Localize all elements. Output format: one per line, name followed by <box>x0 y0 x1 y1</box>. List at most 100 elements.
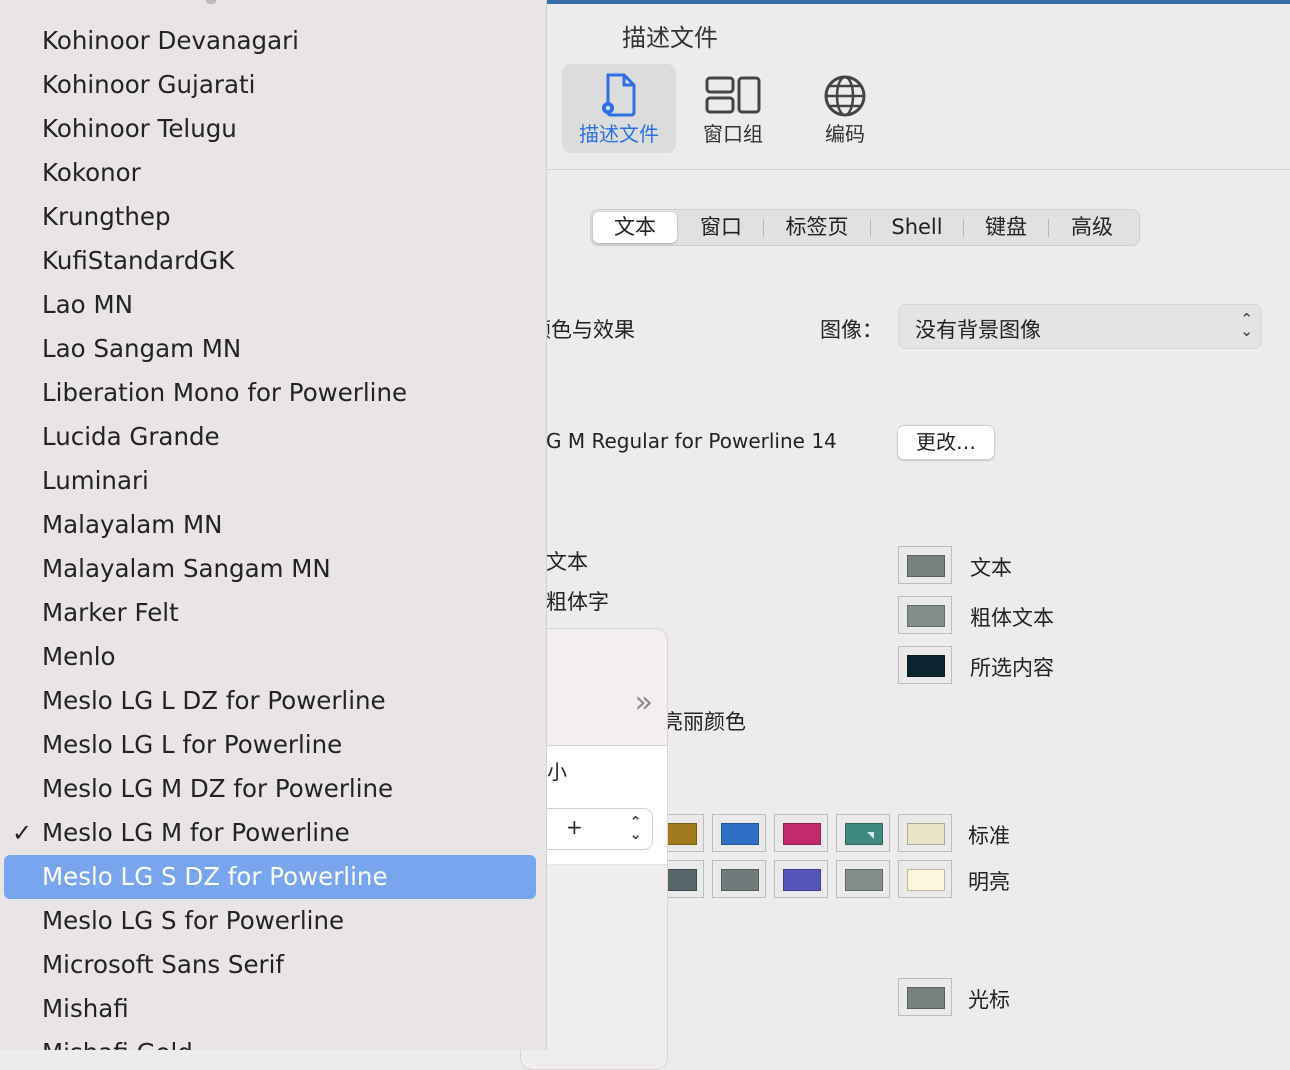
font-menu-item[interactable]: Malayalam MN <box>4 503 536 547</box>
ansi-bright-color-well[interactable] <box>898 860 952 898</box>
font-menu-item-label: Kohinoor Telugu <box>42 114 237 143</box>
size-stepper[interactable]: + ⌃ ⌄ <box>541 808 653 850</box>
image-label: 图像： <box>820 318 883 342</box>
font-menu-item-label: Kokonor <box>42 158 141 187</box>
toolbar-encodings-button[interactable]: 编码 <box>788 64 902 153</box>
ansi-swatch <box>721 869 759 891</box>
tab-advanced[interactable]: 高级 <box>1049 210 1135 245</box>
font-menu-item[interactable]: Kohinoor Telugu <box>4 107 536 151</box>
window-title: 描述文件 <box>622 24 718 52</box>
font-menu-item[interactable]: Luminari <box>4 459 536 503</box>
tab-keyboard[interactable]: 键盘 <box>964 210 1048 245</box>
font-menu-item-label: Mishafi Gold <box>42 1038 193 1050</box>
profile-document-gear-icon <box>602 73 636 117</box>
ansi-bright-color-well[interactable] <box>774 860 828 898</box>
tab-window[interactable]: 窗口 <box>679 210 763 245</box>
tab-tabs[interactable]: 标签页 <box>764 210 870 245</box>
font-menu-item-label: Marker Felt <box>42 598 179 627</box>
stepper-value: + <box>566 815 583 839</box>
ansi-normal-color-well[interactable] <box>774 814 828 852</box>
cursor-color-label: 光标 <box>968 988 1010 1012</box>
change-font-button[interactable]: 更改… <box>897 425 995 460</box>
ansi-swatch <box>907 869 945 891</box>
font-menu-item[interactable]: Lao Sangam MN <box>4 327 536 371</box>
selection-color-well[interactable] <box>898 646 952 684</box>
font-menu-item[interactable]: Malayalam Sangam MN <box>4 547 536 591</box>
stepper-updown-icon: ⌃ ⌄ <box>629 813 642 843</box>
ansi-swatch <box>907 823 945 845</box>
ansi-bright-color-well[interactable] <box>836 860 890 898</box>
ansi-swatch <box>845 823 883 845</box>
font-menu-item[interactable]: Kohinoor Devanagari <box>4 19 536 63</box>
font-menu-item[interactable]: Menlo <box>4 635 536 679</box>
font-menu-item[interactable]: Liberation Mono for Powerline <box>4 371 536 415</box>
ansi-normal-label: 标准 <box>968 824 1010 848</box>
font-menu-item[interactable]: Kohinoor Gujarati <box>4 63 536 107</box>
font-menu-item-label: Malayalam Sangam MN <box>42 554 331 583</box>
font-menu-item-label: Meslo LG S DZ for Powerline <box>42 862 388 891</box>
toolbar-label: 描述文件 <box>579 122 659 146</box>
toolbar-window-groups-button[interactable]: 窗口组 <box>676 64 790 153</box>
double-chevron-right-icon[interactable]: » <box>635 685 653 720</box>
font-menu-item-label: Kohinoor Devanagari <box>42 26 299 55</box>
font-family-menu: Kohinoor Devanagari Kohinoor Gujarati Kohi… <box>0 0 547 1050</box>
cursor-color-well[interactable] <box>898 978 952 1016</box>
selection-color-swatch <box>907 655 945 677</box>
ansi-bright-color-well[interactable] <box>712 860 766 898</box>
select-updown-icon: ⌃ ⌄ <box>1240 310 1253 340</box>
font-menu-item[interactable]: Krungthep <box>4 195 536 239</box>
font-menu-item[interactable]: Mishafi <box>4 987 536 1031</box>
font-menu-item-label: Meslo LG L for Powerline <box>42 730 343 759</box>
font-menu-item[interactable]: Lao MN <box>4 283 536 327</box>
ansi-swatch <box>783 869 821 891</box>
swatch-corner <box>867 832 874 839</box>
selection-color-label: 所选内容 <box>970 656 1054 680</box>
font-menu-item-label: Mishafi <box>42 994 129 1023</box>
font-menu-item[interactable]: ✓ Meslo LG M for Powerline <box>4 811 536 855</box>
bold-text-color-well[interactable] <box>898 596 952 634</box>
globe-icon <box>824 75 866 117</box>
font-menu-item-label: KufiStandardGK <box>42 246 235 275</box>
ansi-swatch <box>721 823 759 845</box>
font-menu-item[interactable]: Marker Felt <box>4 591 536 635</box>
toolbar-label: 编码 <box>825 122 865 146</box>
font-menu-item[interactable]: KufiStandardGK <box>4 239 536 283</box>
font-menu-item[interactable]: Meslo LG M DZ for Powerline <box>4 767 536 811</box>
ansi-swatch <box>845 869 883 891</box>
font-menu-item[interactable]: Mishafi Gold <box>4 1031 536 1050</box>
font-menu-item-label: Meslo LG L DZ for Powerline <box>42 686 386 715</box>
checkmark-icon: ✓ <box>12 819 33 847</box>
ansi-swatch <box>783 823 821 845</box>
tab-text[interactable]: 文本 <box>593 212 677 243</box>
size-label: 小 <box>547 760 567 784</box>
window-groups-icon <box>705 76 761 114</box>
font-menu-item-label: Meslo LG M for Powerline <box>42 818 350 847</box>
ansi-normal-color-well[interactable] <box>836 814 890 852</box>
bold-text-color-swatch <box>907 605 945 627</box>
ansi-normal-color-well[interactable] <box>712 814 766 852</box>
ansi-normal-color-well[interactable] <box>898 814 952 852</box>
font-menu-item-label: Liberation Mono for Powerline <box>42 378 408 407</box>
bright-colors-option-label: 亮丽颜色 <box>662 710 746 734</box>
text-color-well[interactable] <box>898 546 952 584</box>
font-menu-item[interactable]: Kokonor <box>4 151 536 195</box>
cursor-color-swatch <box>907 987 945 1009</box>
font-menu-item[interactable]: Meslo LG L for Powerline <box>4 723 536 767</box>
font-menu-item[interactable]: Microsoft Sans Serif <box>4 943 536 987</box>
font-menu-item-label: Lao MN <box>42 290 133 319</box>
font-menu-item-label: Lucida Grande <box>42 422 220 451</box>
bold-font-option-label: 粗体字 <box>546 590 609 614</box>
background-image-select[interactable]: 没有背景图像 ⌃ ⌄ <box>898 304 1262 349</box>
font-menu-item-label: Microsoft Sans Serif <box>42 950 285 979</box>
tab-shell[interactable]: Shell <box>871 210 963 245</box>
font-menu-item[interactable]: Meslo LG L DZ for Powerline <box>4 679 536 723</box>
font-menu-item[interactable]: Lucida Grande <box>4 415 536 459</box>
text-color-label: 文本 <box>970 556 1012 580</box>
font-menu-item[interactable]: Meslo LG S DZ for Powerline <box>4 855 536 899</box>
font-menu-item[interactable]: Meslo LG S for Powerline <box>4 899 536 943</box>
toolbar-profiles-button[interactable]: 描述文件 <box>562 64 676 153</box>
background-image-value: 没有背景图像 <box>915 318 1041 342</box>
text-option-label: 文本 <box>546 550 588 574</box>
font-menu-item-label: Lao Sangam MN <box>42 334 242 363</box>
font-menu-item-label: Meslo LG M DZ for Powerline <box>42 774 394 803</box>
